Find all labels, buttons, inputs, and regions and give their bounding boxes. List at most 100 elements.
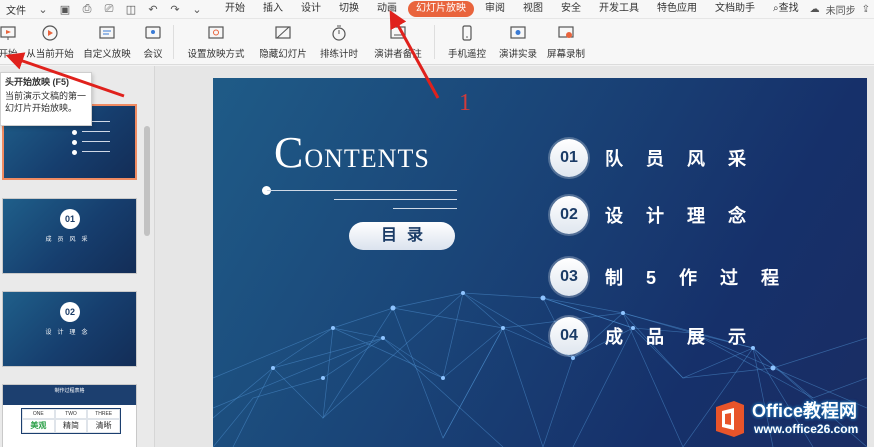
ribbon-button-label: 手机遥控 — [447, 49, 486, 60]
ribbon-button-label: 演讲者备注 — [374, 49, 422, 60]
tab-1[interactable]: 插入 — [254, 1, 292, 17]
start-show-tooltip: 头开始放映 (F5) 当前演示文稿的第一幻灯片开始放映。 — [0, 72, 92, 126]
slide-thumbnail-3[interactable]: 02 设计理念 — [2, 291, 137, 367]
agenda-item-3: 03 制5作过程 — [550, 257, 802, 297]
ribbon-button-2[interactable]: 自定义放映 — [80, 19, 134, 65]
agenda-number: 02 — [550, 196, 588, 234]
ribbon-button-label: 演讲实录 — [498, 49, 537, 60]
tab-10[interactable]: 特色应用 — [648, 1, 706, 17]
thumb-dots — [72, 120, 77, 160]
agenda-label: 设计理念 — [605, 206, 769, 226]
ribbon-button-4[interactable]: 设置放映方式 — [181, 19, 251, 65]
thumb-caption: 设计理念 — [45, 330, 94, 336]
preview-icon[interactable]: ◫ — [123, 2, 139, 16]
ribbon-button-0[interactable]: 开始 — [0, 19, 20, 65]
timer-icon — [330, 24, 348, 42]
watermark-url: www.office26.com — [754, 422, 859, 436]
sync-status[interactable]: 未同步 — [826, 2, 856, 17]
title-underline — [334, 199, 457, 200]
ribbon-button-label: 自定义放映 — [83, 49, 131, 60]
thumb-col: ONE — [22, 409, 55, 419]
tab-4[interactable]: 动画 — [368, 1, 406, 17]
screen-record-icon — [557, 24, 575, 42]
dropdown-icon[interactable]: ⌄ — [35, 2, 51, 16]
setup-show-icon — [207, 24, 225, 42]
tab-8[interactable]: 安全 — [552, 1, 590, 17]
agenda-item-1: 01 队员风采 — [550, 138, 769, 178]
tooltip-title: 头开始放映 (F5) — [5, 77, 69, 87]
thumb-caption: 成员风采 — [45, 237, 94, 243]
tab-6[interactable]: 审阅 — [476, 1, 514, 17]
slide-thumbnail-2[interactable]: 01 成员风采 — [2, 198, 137, 274]
ribbon-toolbar: 开始 从当前开始 自定义放映 会议 设置放映方式 隐藏幻灯片 排练计时 演讲者备注 手机遥控 演讲… — [0, 19, 874, 65]
tab-7[interactable]: 视图 — [514, 1, 552, 17]
ribbon-separator — [434, 25, 435, 59]
tab-3[interactable]: 切换 — [330, 1, 368, 17]
record-icon — [509, 24, 527, 42]
thumb-col: TWO — [54, 409, 88, 419]
ribbon-button-label: 隐藏幻灯片 — [259, 49, 307, 60]
custom-show-icon — [98, 24, 116, 42]
search-tab[interactable]: ⌕查找 — [764, 1, 808, 17]
agenda-label: 队员风采 — [605, 149, 769, 169]
agenda-item-2: 02 设计理念 — [550, 195, 769, 235]
tab-0[interactable]: 开始 — [216, 1, 254, 17]
thumb-number: 01 — [60, 209, 80, 229]
thumb-header: 制作过程表格 — [3, 385, 136, 405]
ribbon-button-label: 排练计时 — [319, 49, 358, 60]
speaker-notes-icon — [389, 24, 407, 42]
thumb-col: THREE — [87, 409, 120, 419]
contents-title: CONTENTS — [274, 129, 430, 183]
thumbnail-scrollbar[interactable] — [144, 126, 150, 236]
ribbon-button-5[interactable]: 隐藏幻灯片 — [257, 19, 309, 65]
export-pdf-icon[interactable]: ⎙ — [79, 2, 95, 16]
agenda-number: 01 — [550, 139, 588, 177]
subtitle-pill: 目录 — [349, 222, 455, 250]
ribbon-button-label: 屏幕录制 — [546, 49, 585, 60]
menu-bar: 文件 ⌄ ▣ ⎙ ⎚ ◫ ↶ ↷ ⌄ 开始 插入 设计 切换 动画 幻灯片放映 审阅 视图 安全… — [0, 0, 874, 19]
ribbon-button-3[interactable]: 会议 — [140, 19, 166, 65]
ribbon-button-10[interactable]: 屏幕录制 — [544, 19, 588, 65]
ribbon-button-7[interactable]: 演讲者备注 — [369, 19, 427, 65]
ribbon-button-8[interactable]: 手机遥控 — [442, 19, 492, 65]
agenda-item-4: 04 成品展示 — [550, 316, 769, 356]
file-menu[interactable]: 文件 — [0, 2, 32, 17]
slideshow-start-icon — [0, 24, 17, 42]
thumb-lines — [82, 121, 110, 161]
print-icon[interactable]: ⎚ — [101, 2, 117, 16]
title-rest: ONTENTS — [304, 144, 430, 173]
agenda-number: 03 — [550, 258, 588, 296]
tab-2[interactable]: 设计 — [292, 1, 330, 17]
play-circle-icon — [41, 24, 59, 42]
cloud-icon[interactable]: ☁ — [810, 4, 820, 15]
undo-icon[interactable]: ↶ — [145, 2, 161, 16]
office-logo-icon — [716, 401, 744, 437]
current-slide[interactable]: CONTENTS 目录 01 队员风采 02 设计理念 03 制5作过程 04 … — [213, 78, 867, 447]
save-icon[interactable]: ▣ — [57, 2, 73, 16]
tab-9[interactable]: 开发工具 — [590, 1, 648, 17]
tooltip-body: 当前演示文稿的第一幻灯片开始放映。 — [5, 91, 87, 113]
tab-11[interactable]: 文档助手 — [706, 1, 764, 17]
ribbon-button-9[interactable]: 演讲实录 — [498, 19, 538, 65]
share-icon[interactable]: ⇪ — [862, 4, 870, 15]
title-initial: C — [274, 128, 305, 177]
hide-slide-icon — [274, 24, 292, 42]
tab-5[interactable]: 幻灯片放映 — [408, 1, 474, 17]
redo-icon[interactable]: ↷ — [167, 2, 183, 16]
ribbon-button-6[interactable]: 排练计时 — [315, 19, 363, 65]
menubar-right: ☁ 未同步 ⇪ — [804, 0, 870, 19]
annotation-marker: 1 — [459, 90, 471, 116]
ribbon-button-label: 设置放映方式 — [187, 49, 245, 60]
phone-remote-icon — [458, 24, 476, 42]
ribbon-separator — [173, 25, 174, 59]
ribbon-button-1[interactable]: 从当前开始 — [26, 19, 74, 65]
more-icon[interactable]: ⌄ — [189, 2, 205, 16]
search-label: 查找 — [778, 3, 799, 14]
slide-canvas-area: CONTENTS 目录 01 队员风采 02 设计理念 03 制5作过程 04 … — [155, 66, 874, 447]
meeting-icon — [144, 24, 162, 42]
slide-thumbnail-4[interactable]: 制作过程表格 ONE TWO THREE 美观 精简 清晰 — [2, 384, 137, 447]
thumb-number: 02 — [60, 302, 80, 322]
watermark-title: Office教程网 — [752, 401, 858, 421]
agenda-number: 04 — [550, 317, 588, 355]
title-underline — [393, 208, 457, 209]
